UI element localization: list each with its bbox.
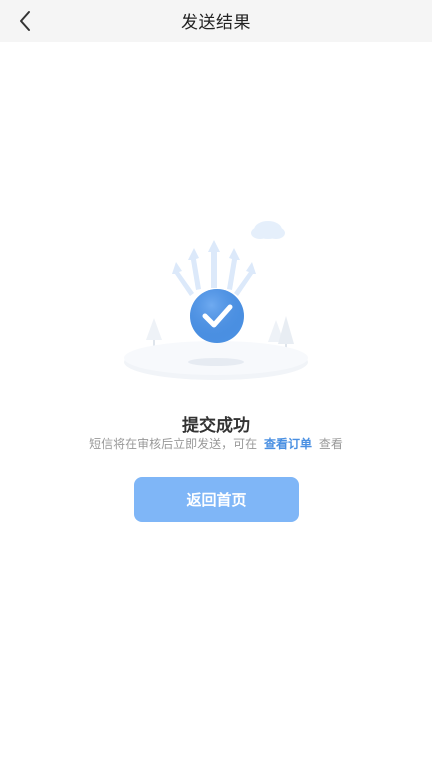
result-desc-suffix: 查看: [318, 437, 343, 451]
nav-bar: 发送结果: [0, 0, 432, 42]
result-description: 短信将在审核后立即发送，可在 查看订单 查看: [0, 435, 432, 452]
platform-decoration: [124, 341, 308, 380]
arrows-decoration: [172, 240, 256, 296]
result-title: 提交成功: [182, 416, 250, 436]
page-title: 发送结果: [181, 13, 251, 33]
check-circle-icon: [190, 289, 244, 343]
back-home-button[interactable]: 返回首页: [134, 477, 299, 522]
result-desc-prefix: 短信将在审核后立即发送，可在: [89, 437, 258, 451]
cloud-icon: [251, 221, 285, 239]
success-illustration: [110, 200, 322, 390]
view-orders-link[interactable]: 查看订单: [264, 437, 312, 451]
send-result-screen: 发送结果 提交成功 短信将在审核后立即发送，可在 查看订单 查看 返回首页: [0, 0, 432, 768]
